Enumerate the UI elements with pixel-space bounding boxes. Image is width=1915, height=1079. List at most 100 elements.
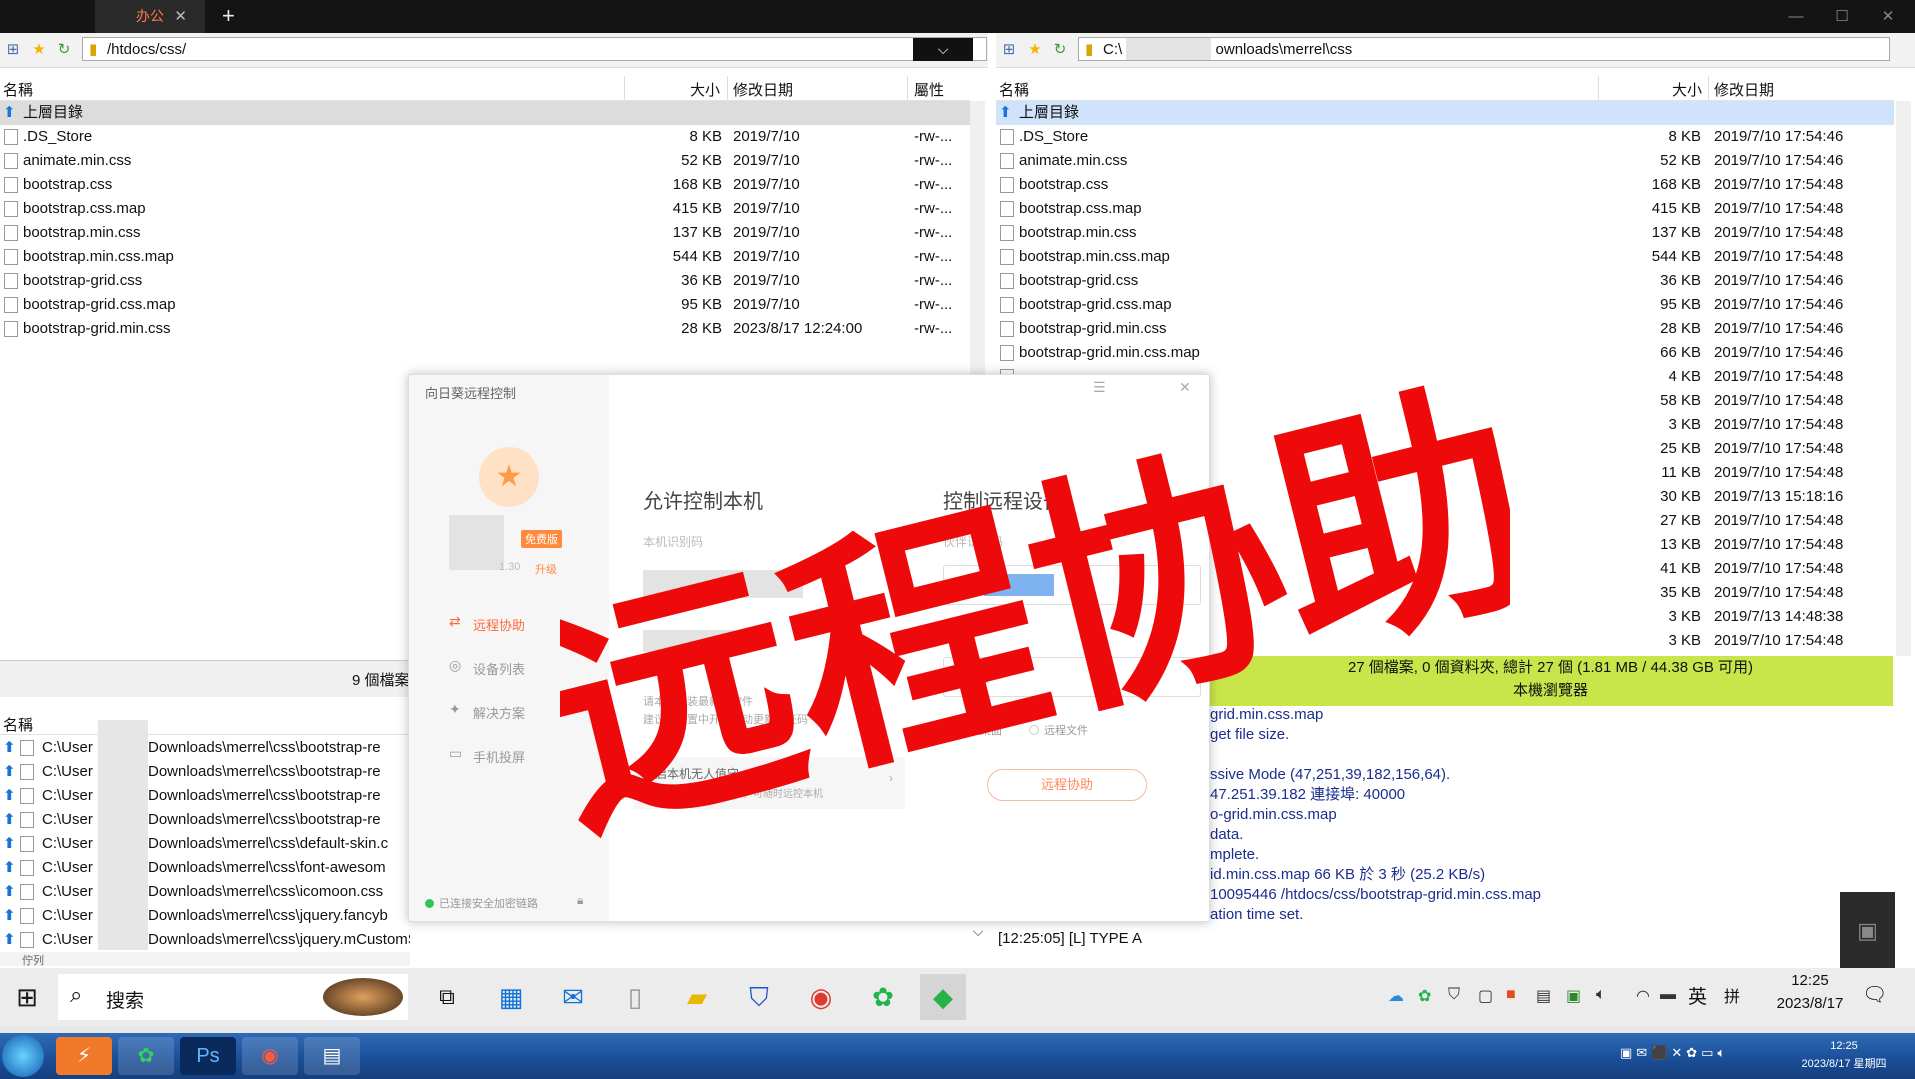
nav-screen-cast[interactable]: 手机投屏: [473, 747, 525, 766]
tab-close-icon[interactable]: ✕: [174, 0, 187, 33]
file-name: bootstrap-grid.min.css: [1019, 320, 1167, 337]
refresh-icon[interactable]: ↻: [55, 41, 73, 59]
file-row[interactable]: bootstrap.min.css.map 544 KB 2019/7/10 -rw-…: [0, 245, 970, 269]
mail-icon[interactable]: ✉: [550, 974, 596, 1020]
taskbar7-photoshop-icon[interactable]: Ps: [180, 1037, 236, 1075]
wechat-tray-icon[interactable]: ✿: [1418, 986, 1431, 1006]
queue-dropdown-icon[interactable]: ⌵: [968, 923, 988, 943]
security-tray-icon[interactable]: ⛉: [1448, 986, 1460, 1004]
file-row[interactable]: bootstrap-grid.min.css 28 KB 2023/8/17 12:…: [0, 317, 970, 341]
file-row[interactable]: bootstrap.min.css.map 544 KB 2019/7/10 17:…: [996, 245, 1894, 269]
col-date[interactable]: 修改日期: [1714, 79, 1774, 100]
remote-path-input[interactable]: ▮ /htdocs/css/: [82, 37, 987, 61]
search-box[interactable]: ⌕ 搜索: [58, 974, 408, 1020]
refresh-icon[interactable]: ↻: [1051, 41, 1069, 59]
local-path-input[interactable]: ▮ C:\ ownloads\merrel\css: [1078, 37, 1890, 61]
col-name[interactable]: 名稱: [999, 79, 1029, 100]
queue-row[interactable]: ⬆ C:\User Downloads\merrel\css\icomoon.css: [0, 880, 410, 904]
file-explorer-icon[interactable]: ▰: [674, 974, 720, 1020]
tray-window-icon[interactable]: ▢: [1478, 986, 1493, 1006]
nav-remote-assist[interactable]: 远程协助: [473, 615, 525, 634]
tray-keyboard-icon[interactable]: ▤: [1536, 986, 1551, 1006]
wifi-icon[interactable]: ◠: [1636, 986, 1650, 1006]
queue-row[interactable]: ⬆ C:\User Downloads\merrel\css\jquery.mCus…: [0, 928, 410, 952]
bookmark-star-icon[interactable]: ★: [1026, 41, 1044, 59]
file-row[interactable]: animate.min.css 52 KB 2019/7/10 17:54:46: [996, 149, 1894, 173]
win7-start-icon[interactable]: [2, 1035, 44, 1077]
taskbar7-app1-icon[interactable]: ⚡: [56, 1037, 112, 1075]
col-size[interactable]: 大小: [1672, 79, 1702, 100]
nav-device-list[interactable]: 设备列表: [473, 659, 525, 678]
file-row[interactable]: bootstrap.css 168 KB 2019/7/10 -rw-...: [0, 173, 970, 197]
side-widget[interactable]: ▣: [1840, 892, 1895, 970]
col-name[interactable]: 名稱: [3, 79, 33, 100]
queue-row[interactable]: ⬆ C:\User Downloads\merrel\css\bootstrap-r…: [0, 736, 410, 760]
file-row[interactable]: bootstrap.min.css 137 KB 2019/7/10 17:54:4…: [996, 221, 1894, 245]
right-scrollbar[interactable]: [1896, 101, 1911, 656]
file-row[interactable]: .DS_Store 8 KB 2019/7/10 17:54:46: [996, 125, 1894, 149]
sunlogin-icon[interactable]: ◆: [920, 974, 966, 1020]
queue-row[interactable]: ⬆ C:\User Downloads\merrel\css\bootstrap-r…: [0, 784, 410, 808]
store-icon[interactable]: ▦: [488, 974, 534, 1020]
clock[interactable]: 12:25 2023/8/17: [1770, 972, 1850, 1012]
taskbar7-wechat-icon[interactable]: ✿: [118, 1037, 174, 1075]
queue-row[interactable]: ⬆ C:\User Downloads\merrel\css\default-ski…: [0, 832, 410, 856]
maximize-button[interactable]: ☐: [1822, 0, 1862, 33]
new-tab-button[interactable]: +: [222, 0, 235, 31]
task-view-icon[interactable]: ⧉: [424, 974, 470, 1020]
file-row[interactable]: bootstrap.min.css 137 KB 2019/7/10 -rw-...: [0, 221, 970, 245]
taskbar7-tray-icons[interactable]: ▣✉⬛✕✿▭🔈︎: [1620, 1045, 1729, 1061]
bookmark-star-icon[interactable]: ★: [30, 41, 48, 59]
file-row[interactable]: bootstrap-grid.css.map 95 KB 2019/7/10 17:…: [996, 293, 1894, 317]
col-attr[interactable]: 屬性: [914, 79, 944, 100]
parent-directory-row[interactable]: ⬆ 上層目錄: [996, 101, 1894, 125]
col-size[interactable]: 大小: [690, 79, 720, 100]
taskbar7-chrome-icon[interactable]: ◉: [242, 1037, 298, 1075]
volume-icon[interactable]: 🔈︎: [1596, 986, 1606, 1004]
file-name: bootstrap-grid.css.map: [1019, 296, 1172, 313]
taskbar7-doc-icon[interactable]: ▤: [304, 1037, 360, 1075]
queue-col-name[interactable]: 名稱: [3, 714, 33, 735]
start-icon[interactable]: ⊞: [4, 974, 50, 1020]
site-manager-icon[interactable]: ⊞: [4, 41, 22, 59]
file-row[interactable]: bootstrap-grid.css 36 KB 2019/7/10 17:54:4…: [996, 269, 1894, 293]
file-row[interactable]: bootstrap.css 168 KB 2019/7/10 17:54:48: [996, 173, 1894, 197]
file-row[interactable]: bootstrap-grid.css.map 95 KB 2019/7/10 -rw-…: [0, 293, 970, 317]
lock-icon[interactable]: 🔒︎: [577, 893, 583, 908]
tray-app-icon[interactable]: ■: [1506, 986, 1516, 1004]
upgrade-link[interactable]: 升级: [535, 561, 557, 577]
path-dropdown-button[interactable]: ⌵: [913, 38, 973, 61]
file-row[interactable]: .DS_Store 8 KB 2019/7/10 -rw-...: [0, 125, 970, 149]
wechat-icon[interactable]: ✿: [860, 974, 906, 1020]
queue-row[interactable]: ⬆ C:\User Downloads\merrel\css\bootstrap-r…: [0, 760, 410, 784]
minimize-button[interactable]: —: [1776, 0, 1816, 33]
tray-green-icon[interactable]: ▣: [1566, 986, 1581, 1006]
horizontal-scrollbar[interactable]: [0, 1026, 1915, 1033]
queue-row[interactable]: ⬆ C:\User Downloads\merrel\css\font-awesom: [0, 856, 410, 880]
file-row[interactable]: bootstrap.css.map 415 KB 2019/7/10 -rw-...: [0, 197, 970, 221]
cloud-icon[interactable]: ☁: [1388, 986, 1404, 1006]
parent-directory-row[interactable]: ⬆ 上層目錄: [0, 101, 970, 125]
file-row[interactable]: bootstrap-grid.min.css 28 KB 2019/7/10 17:…: [996, 317, 1894, 341]
input-language[interactable]: 英: [1688, 982, 1707, 1009]
nav-solutions[interactable]: 解决方案: [473, 703, 525, 722]
taskbar7-clock[interactable]: 12:25 2023/8/17 星期四: [1784, 1037, 1904, 1073]
ime-mode[interactable]: 拼: [1724, 983, 1740, 1007]
queue-row[interactable]: ⬆ C:\User Downloads\merrel\css\bootstrap-r…: [0, 808, 410, 832]
shield-icon[interactable]: ⛉: [736, 974, 782, 1020]
battery-icon[interactable]: ▬: [1660, 986, 1676, 1004]
file-row[interactable]: bootstrap-grid.min.css.map 66 KB 2019/7/10…: [996, 341, 1894, 365]
file-row[interactable]: bootstrap-grid.css 36 KB 2019/7/10 -rw-...: [0, 269, 970, 293]
chrome-icon[interactable]: ◉: [798, 974, 844, 1020]
queue-row[interactable]: ⬆ C:\User Downloads\merrel\css\jquery.fanc…: [0, 904, 410, 928]
file-row[interactable]: animate.min.css 52 KB 2019/7/10 -rw-...: [0, 149, 970, 173]
notepad-icon[interactable]: ▯: [612, 974, 658, 1020]
site-manager-icon[interactable]: ⊞: [1000, 41, 1018, 59]
file-row[interactable]: bootstrap.css.map 415 KB 2019/7/10 17:54:4…: [996, 197, 1894, 221]
file-attr: -rw-...: [914, 296, 953, 313]
col-date[interactable]: 修改日期: [733, 79, 793, 100]
window-close-button[interactable]: ✕: [1868, 0, 1908, 33]
file-attr: -rw-...: [914, 200, 953, 217]
notifications-icon[interactable]: 🗨︎: [1862, 982, 1887, 1007]
tab-office[interactable]: 办公 ✕: [95, 0, 205, 33]
